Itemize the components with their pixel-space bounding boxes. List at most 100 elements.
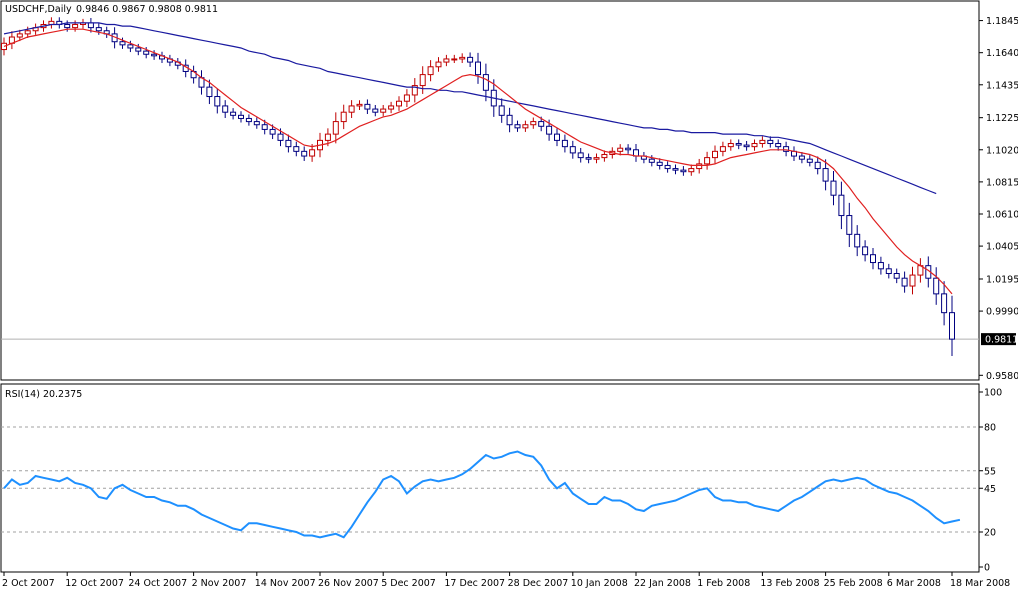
candle-body — [269, 128, 276, 135]
candle-body — [482, 74, 489, 91]
candle-body — [656, 161, 663, 166]
price-tick-label: 1.0195 — [986, 274, 1018, 285]
rsi-label: RSI(14) 20.2375 — [5, 389, 82, 400]
candle-body — [949, 312, 955, 340]
candle-body — [538, 121, 545, 127]
candle-body — [293, 146, 300, 152]
date-tick-label: 5 Dec 2007 — [381, 578, 436, 589]
date-tick-label: 26 Nov 2007 — [318, 578, 379, 589]
date-tick-label: 2 Oct 2007 — [2, 578, 55, 589]
candle-body — [443, 58, 450, 63]
date-tick-label: 1 Feb 2008 — [697, 578, 750, 589]
candle-body — [498, 105, 505, 116]
candle-body — [751, 143, 758, 148]
candle-body — [893, 273, 900, 279]
candle-body — [332, 121, 339, 135]
candle-body — [577, 152, 584, 159]
price-tick-label: 1.0405 — [986, 242, 1018, 253]
candle-body — [870, 254, 876, 264]
candle-body — [222, 105, 229, 113]
candle-body — [64, 23, 71, 29]
candle-body — [625, 147, 632, 151]
date-tick-label: 2 Nov 2007 — [192, 578, 247, 589]
price-tick-label: 0.9990 — [986, 307, 1018, 318]
candle-body — [127, 44, 134, 49]
candle-body — [569, 146, 576, 154]
rsi-tick-label: 55 — [984, 466, 996, 477]
rsi-panel[interactable] — [0, 383, 980, 573]
candle-body — [475, 61, 481, 76]
rsi-tick-label: 80 — [984, 423, 996, 434]
candle-body — [798, 155, 805, 160]
rsi-tick-label: 0 — [984, 563, 990, 574]
candle-body — [830, 180, 837, 196]
candle-body — [727, 143, 734, 148]
chart-canvas: 1.1845 1.1640 1.1435 1.1225 1.1020 1.0815 1.06… — [0, 0, 1018, 589]
candle-body — [759, 139, 766, 145]
price-tick-label: 1.1435 — [986, 80, 1018, 91]
ohlc-label: 0.9846 0.9867 0.9808 0.9811 — [76, 4, 218, 15]
candle-body — [775, 143, 782, 148]
date-tick-label: 12 Oct 2007 — [65, 578, 124, 589]
date-tick-label: 28 Dec 2007 — [508, 578, 569, 589]
candle-body — [1, 42, 7, 51]
candle-body — [151, 53, 158, 57]
chart-window: 1.1845 1.1640 1.1435 1.1225 1.1020 1.0815 1.06… — [0, 0, 1018, 591]
candle-body — [822, 168, 829, 182]
candle-body — [735, 143, 742, 146]
candle-body — [427, 66, 434, 76]
candle-body — [522, 124, 529, 129]
candle-body — [16, 33, 23, 38]
candle-body — [767, 139, 774, 145]
candle-body — [696, 163, 703, 170]
candle-body — [24, 30, 31, 35]
candle-body — [95, 27, 102, 32]
candle-body — [72, 23, 79, 29]
rsi-tick-label: 45 — [984, 484, 996, 495]
date-tick-label: 24 Oct 2007 — [128, 578, 187, 589]
candle-body — [143, 50, 150, 55]
candle-body — [87, 22, 94, 29]
candle-body — [514, 124, 521, 129]
candle-body — [403, 94, 410, 102]
candle-body — [435, 61, 442, 68]
candle-body — [554, 133, 560, 141]
candle-body — [617, 147, 624, 152]
candle-body — [285, 139, 292, 148]
candle-body — [261, 124, 268, 130]
candle-body — [309, 149, 316, 157]
candle-body — [356, 103, 363, 107]
current-price-label: 0.9811 — [985, 335, 1018, 346]
price-tick-label: 1.1225 — [986, 113, 1018, 124]
date-tick-label: 17 Dec 2007 — [444, 578, 505, 589]
candle-body — [372, 108, 379, 113]
candle-body — [688, 168, 695, 173]
candle-body — [561, 139, 568, 148]
candle-body — [324, 133, 331, 141]
date-tick-label: 14 Nov 2007 — [255, 578, 316, 589]
candle-body — [814, 161, 821, 170]
candle-body — [506, 114, 513, 126]
candle-body — [530, 121, 537, 126]
candle-body — [585, 157, 592, 160]
candle-body — [877, 262, 884, 270]
candle-body — [364, 103, 371, 110]
date-tick-label: 6 Mar 2008 — [887, 578, 941, 589]
candle-body — [459, 56, 466, 60]
candle-body — [854, 233, 861, 248]
candle-body — [719, 146, 726, 152]
candle-body — [277, 133, 284, 141]
candle-body — [862, 246, 869, 256]
date-tick-label: 10 Jan 2008 — [571, 578, 628, 589]
rsi-tick-label: 100 — [984, 388, 1002, 399]
candle-body — [664, 164, 671, 170]
price-tick-label: 0.9580 — [986, 371, 1018, 382]
candle-body — [135, 47, 142, 52]
date-tick-label: 13 Feb 2008 — [760, 578, 819, 589]
price-tick-label: 1.1845 — [986, 16, 1018, 27]
candle-body — [672, 168, 679, 171]
price-tick-label: 1.1640 — [986, 48, 1018, 59]
candle-body — [901, 277, 908, 287]
candle-body — [601, 153, 608, 159]
candle-body — [704, 157, 711, 165]
